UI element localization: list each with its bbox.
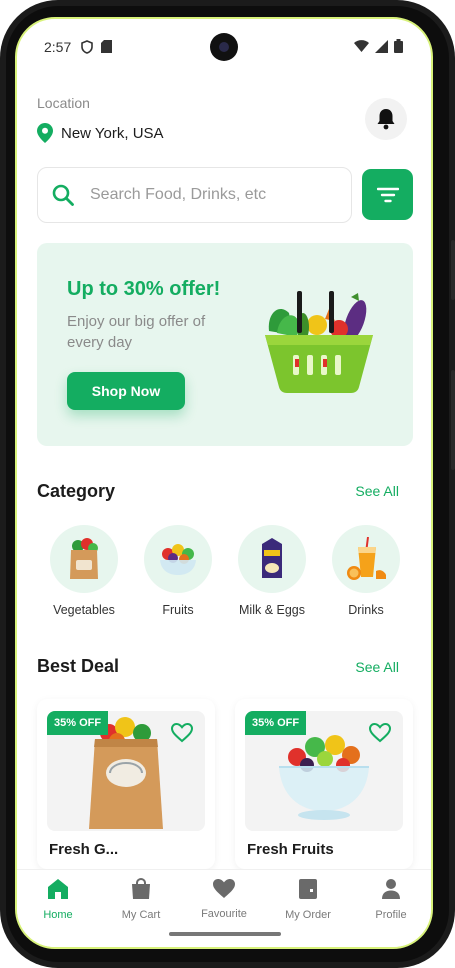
category-circle — [238, 525, 306, 593]
category-label: Milk & Eggs — [239, 603, 305, 617]
location-label: Location — [37, 95, 90, 111]
deal-name: Fresh Fruits — [247, 841, 334, 858]
nav-item-my-cart[interactable]: My Cart — [106, 877, 176, 921]
nav-label: My Order — [285, 909, 331, 921]
battery-icon — [394, 39, 403, 53]
discount-badge: 35% OFF — [245, 711, 307, 735]
best-deal-title: Best Deal — [37, 656, 120, 676]
bottom-nav: Home My Cart Favourite My Order Profile — [17, 869, 431, 947]
shield-icon — [81, 40, 93, 54]
location-selector[interactable]: New York, USA — [37, 123, 164, 143]
category-circle — [144, 525, 212, 593]
category-item-drinks[interactable]: Drinks — [326, 525, 406, 617]
nav-label: My Cart — [121, 909, 161, 921]
promo-banner: Up to 30% offer! Enjoy our big offer of … — [37, 243, 413, 446]
power-button — [451, 240, 455, 300]
shop-now-button[interactable]: Shop Now — [67, 372, 185, 410]
search-input[interactable] — [90, 186, 330, 204]
front-camera — [210, 33, 238, 61]
category-title: Category — [37, 481, 116, 501]
app-screen: 2:57 Location New York, USA Search Food,… — [15, 17, 433, 949]
category-circle — [332, 525, 400, 593]
category-see-all-link[interactable]: See All — [355, 483, 399, 499]
nav-item-home[interactable]: Home — [23, 878, 93, 921]
category-circle — [50, 525, 118, 593]
wifi-icon — [354, 40, 369, 52]
grocery-basket-illustration — [265, 291, 373, 393]
status-bar: 2:57 — [17, 19, 431, 77]
favourite-heart-icon[interactable] — [369, 723, 391, 743]
promo-title: Up to 30% offer! — [67, 278, 221, 300]
nav-item-my-order[interactable]: My Order — [273, 878, 343, 921]
order-icon — [299, 879, 317, 899]
nav-item-favourite[interactable]: Favourite — [189, 878, 259, 920]
promo-description: Enjoy our big offer of every day — [67, 313, 206, 351]
category-item-fruits[interactable]: Fruits — [138, 525, 218, 617]
favourite-heart-icon[interactable] — [171, 723, 193, 743]
juice-glass-icon — [347, 537, 386, 580]
deal-image: 35% OFF — [47, 711, 205, 831]
deal-image: 35% OFF — [245, 711, 403, 831]
fruit-bowl-icon — [160, 544, 196, 575]
home-indicator[interactable] — [169, 932, 281, 936]
notification-button[interactable] — [365, 98, 407, 140]
milk-box-icon — [262, 538, 282, 578]
volume-button — [451, 370, 455, 470]
grocery-bag-icon — [70, 538, 98, 579]
nav-item-profile[interactable]: Profile — [356, 878, 426, 921]
filter-icon — [376, 187, 399, 202]
nav-label: Favourite — [201, 908, 247, 920]
category-label: Fruits — [162, 603, 194, 617]
best-deal-see-all-link[interactable]: See All — [355, 659, 399, 675]
profile-icon — [382, 879, 400, 899]
deal-name: Fresh G... — [49, 841, 119, 858]
search-box[interactable] — [37, 167, 352, 223]
phone-frame: 2:57 Location New York, USA Search Food,… — [0, 0, 455, 968]
deal-card[interactable]: 35% OFF Fresh G... — [37, 699, 215, 869]
category-item-vegetables[interactable]: Vegetables — [44, 525, 124, 617]
deal-card[interactable]: 35% OFF Fresh Fruits — [235, 699, 413, 869]
filter-button[interactable] — [362, 169, 413, 220]
home-icon — [48, 879, 68, 899]
signal-icon — [375, 39, 388, 53]
heart-icon — [213, 879, 235, 898]
location-pin-icon — [37, 123, 53, 143]
category-item-milk-eggs[interactable]: Milk & Eggs — [232, 525, 312, 617]
bell-icon — [377, 109, 395, 130]
category-label: Drinks — [348, 603, 384, 617]
location-value: New York, USA — [61, 124, 164, 142]
nav-label: Home — [43, 909, 73, 921]
status-left-icons — [81, 40, 112, 54]
shopping-bag-icon — [132, 877, 150, 899]
status-time: 2:57 — [44, 39, 72, 55]
status-right-icons — [354, 39, 403, 53]
discount-badge: 35% OFF — [47, 711, 109, 735]
search-icon — [52, 184, 74, 206]
category-label: Vegetables — [53, 603, 115, 617]
nav-label: Profile — [375, 909, 407, 921]
sd-card-icon — [101, 40, 112, 53]
